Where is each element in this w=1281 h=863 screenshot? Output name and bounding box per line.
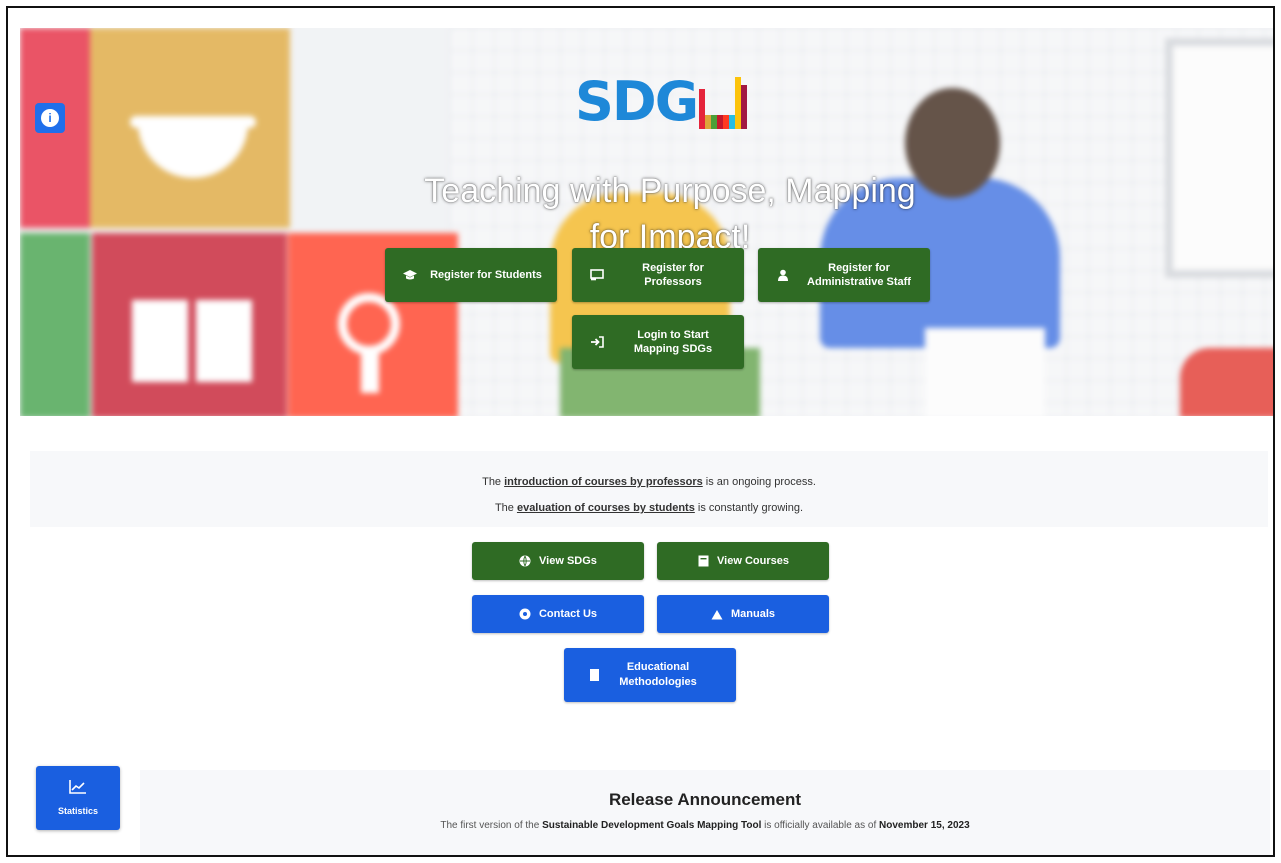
page-frame: i SDG Teaching with Purpose, Mapping for… bbox=[6, 6, 1275, 857]
info-icon: i bbox=[41, 109, 59, 127]
manuals-button[interactable]: Manuals bbox=[657, 595, 829, 633]
release-title: Release Announcement bbox=[608, 790, 802, 809]
hero-tagline: Teaching with Purpose, Mapping for Impac… bbox=[424, 172, 916, 256]
chart-icon bbox=[69, 780, 87, 796]
question-circle-icon bbox=[519, 608, 531, 620]
view-sdgs-button[interactable]: View SDGs bbox=[472, 542, 644, 580]
accessibility-button[interactable]: i bbox=[35, 103, 65, 133]
status-banner: The introduction of courses by professor… bbox=[30, 451, 1268, 527]
hero-banner: i SDG Teaching with Purpose, Mapping for… bbox=[20, 28, 1273, 416]
globe-icon bbox=[519, 555, 531, 567]
status-line-students: The evaluation of courses by students is… bbox=[494, 502, 804, 514]
students-evaluation-link[interactable]: evaluation of courses by students bbox=[517, 502, 695, 514]
professors-courses-link[interactable]: introduction of courses by professors bbox=[504, 476, 703, 488]
manual-icon bbox=[711, 608, 723, 620]
graduation-cap-icon bbox=[403, 268, 417, 282]
educational-methodologies-button[interactable]: Educational Methodologies bbox=[564, 648, 736, 702]
release-announcement: Release Announcement The first version o… bbox=[140, 770, 1270, 855]
register-professors-button[interactable]: Register for Professors bbox=[572, 248, 744, 302]
login-icon bbox=[590, 335, 604, 349]
view-courses-button[interactable]: View Courses bbox=[657, 542, 829, 580]
chalkboard-icon bbox=[590, 268, 604, 282]
contact-us-button[interactable]: Contact Us bbox=[472, 595, 644, 633]
login-button[interactable]: Login to Start Mapping SDGs bbox=[572, 315, 744, 369]
release-text: The first version of the Sustainable Dev… bbox=[440, 820, 970, 831]
register-staff-button[interactable]: Register for Administrative Staff bbox=[758, 248, 930, 302]
statistics-button[interactable]: Statistics bbox=[36, 766, 120, 830]
sdgu-logo: SDG bbox=[575, 73, 749, 129]
bookmark-icon bbox=[588, 669, 600, 681]
status-line-professors: The introduction of courses by professor… bbox=[482, 476, 816, 488]
logo-u-mark bbox=[699, 73, 749, 129]
book-icon bbox=[697, 555, 709, 567]
register-students-button[interactable]: Register for Students bbox=[385, 248, 557, 302]
user-icon bbox=[776, 268, 790, 282]
